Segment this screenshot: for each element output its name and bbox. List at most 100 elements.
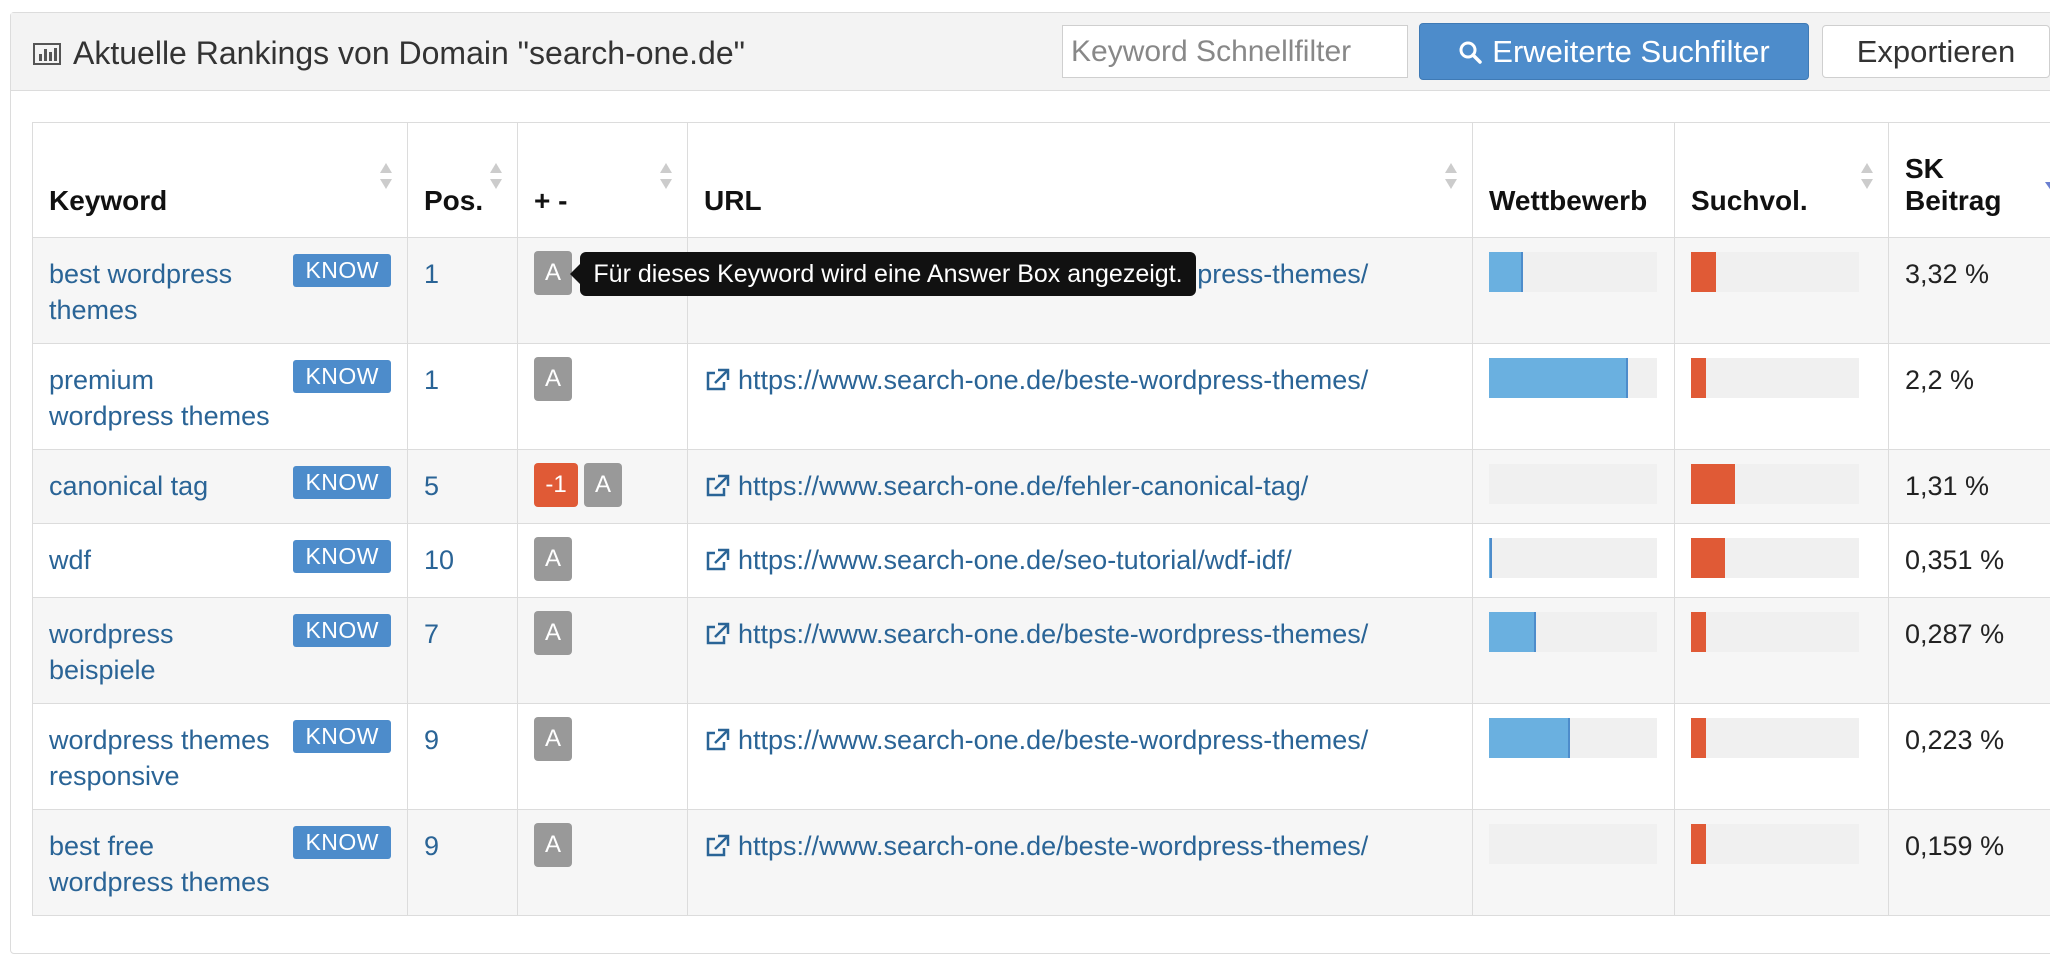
answer-box-badge[interactable]: A [534,717,572,761]
search-volume-bar-fill [1691,538,1725,578]
search-volume-cell [1675,344,1889,450]
bar-chart-icon [33,43,61,65]
keyword-cell: wordpress themes responsive KNOW [33,704,408,810]
answer-box-badge[interactable]: A [584,463,622,507]
panel-header: Aktuelle Rankings von Domain "search-one… [11,13,2050,91]
position-cell: 9 [408,704,518,810]
column-header-url[interactable]: URL [688,123,1473,238]
position-link[interactable]: 9 [424,725,439,755]
competition-cell [1473,524,1675,598]
sk-share-cell: 2,2 % [1889,344,2050,450]
change-cell: A [518,810,688,916]
url-link[interactable]: https://www.search-one.de/beste-wordpres… [704,616,1456,652]
keyword-cell: canonical tagKNOW [33,450,408,524]
sk-share-cell: 1,31 % [1889,450,2050,524]
search-volume-cell [1675,810,1889,916]
external-link-icon [704,728,730,752]
search-volume-bar-fill [1691,824,1706,864]
search-volume-cell [1675,598,1889,704]
change-cell: A [518,524,688,598]
change-cell: -1A [518,450,688,524]
column-header-sk-share[interactable]: SK Beitrag [1889,123,2050,238]
answer-box-badge[interactable]: A [534,357,572,401]
keyword-link[interactable]: best free wordpress themes [49,828,279,900]
external-link-icon [704,548,730,572]
url-cell: https://www.search-one.de/beste-wordpres… [688,704,1473,810]
keyword-link[interactable]: premium wordpress themes [49,362,279,434]
change-cell: A [518,598,688,704]
competition-cell [1473,238,1675,344]
url-text: https://www.search-one.de/beste-wordpres… [738,722,1368,758]
sk-share-value: 0,351 % [1905,545,2004,575]
url-text: https://www.search-one.de/beste-wordpres… [738,616,1368,652]
sk-share-cell: 3,32 % [1889,238,2050,344]
position-link[interactable]: 7 [424,619,439,649]
keyword-link[interactable]: wdf [49,542,279,578]
keyword-link[interactable]: best wordpress themes [49,256,279,328]
search-volume-bar-fill [1691,252,1716,292]
table-row: best free wordpress themesKNOW9Ahttps://… [33,810,2050,916]
sk-share-value: 1,31 % [1905,471,1989,501]
sort-icon [1860,161,1874,191]
url-link[interactable]: https://www.search-one.de/seo-tutorial/w… [704,542,1456,578]
search-volume-bar [1691,358,1859,398]
position-link[interactable]: 9 [424,831,439,861]
external-link-icon [704,622,730,646]
column-header-position[interactable]: Pos. [408,123,518,238]
advanced-filter-button[interactable]: Erweiterte Suchfilter [1419,23,1809,80]
url-cell: https://www.search-one.de/beste-wordpres… [688,344,1473,450]
keyword-cell: premium wordpress themesKNOW [33,344,408,450]
position-link[interactable]: 1 [424,365,439,395]
competition-bar-fill [1489,358,1628,398]
competition-bar-fill [1489,252,1523,292]
position-link[interactable]: 10 [424,545,454,575]
position-link[interactable]: 1 [424,259,439,289]
intent-badge: KNOW [293,540,391,573]
competition-cell [1473,704,1675,810]
url-link[interactable]: https://www.search-one.de/beste-wordpres… [704,722,1456,758]
export-button[interactable]: Exportieren [1822,25,2050,78]
search-volume-bar [1691,718,1859,758]
change-cell: A [518,344,688,450]
sk-share-value: 0,159 % [1905,831,2004,861]
url-text: https://www.search-one.de/seo-tutorial/w… [738,542,1292,578]
column-header-search-volume[interactable]: Suchvol. [1675,123,1889,238]
keyword-link[interactable]: canonical tag [49,468,279,504]
keyword-quick-filter-input[interactable] [1062,25,1408,78]
answer-box-badge[interactable]: A [534,251,572,295]
answer-box-badge[interactable]: A [534,611,572,655]
intent-badge: KNOW [293,720,391,753]
competition-bar [1489,612,1657,652]
keyword-link[interactable]: wordpress themes responsive [49,722,279,794]
search-volume-cell [1675,238,1889,344]
competition-cell [1473,598,1675,704]
position-link[interactable]: 5 [424,471,439,501]
sk-share-value: 2,2 % [1905,365,1974,395]
answer-box-badge[interactable]: A [534,823,572,867]
panel-title: Aktuelle Rankings von Domain "search-one… [33,35,745,72]
column-header-keyword[interactable]: Keyword [33,123,408,238]
url-link[interactable]: https://www.search-one.de/beste-wordpres… [704,362,1456,398]
search-volume-bar-fill [1691,718,1706,758]
competition-bar [1489,538,1657,578]
rankings-table: Keyword Pos. + - URL Wettbewerb Suchvol. [32,122,2050,916]
sk-share-value: 3,32 % [1905,259,1989,289]
answer-box-badge[interactable]: A [534,537,572,581]
sk-share-value: 0,223 % [1905,725,2004,755]
competition-bar-fill [1489,612,1536,652]
table-row: wdf KNOW 10 Ahttps://www.search-one.de/seo-… [33,524,2050,598]
column-header-change[interactable]: + - [518,123,688,238]
competition-cell [1473,810,1675,916]
sk-share-cell: 0,223 % [1889,704,2050,810]
sk-share-cell: 0,159 % [1889,810,2050,916]
url-link[interactable]: https://www.search-one.de/fehler-canonic… [704,468,1456,504]
url-link[interactable]: https://www.search-one.de/beste-wordpres… [704,828,1456,864]
competition-bar [1489,358,1657,398]
answer-box-tooltip: Für dieses Keyword wird eine Answer Box … [580,252,1196,296]
keyword-cell: wordpress beispieleKNOW [33,598,408,704]
url-cell: https://www.search-one.de/beste-wordpres… [688,810,1473,916]
external-link-icon [704,368,730,392]
sort-desc-icon [2044,181,2050,193]
keyword-link[interactable]: wordpress beispiele [49,616,279,688]
competition-bar [1489,718,1657,758]
